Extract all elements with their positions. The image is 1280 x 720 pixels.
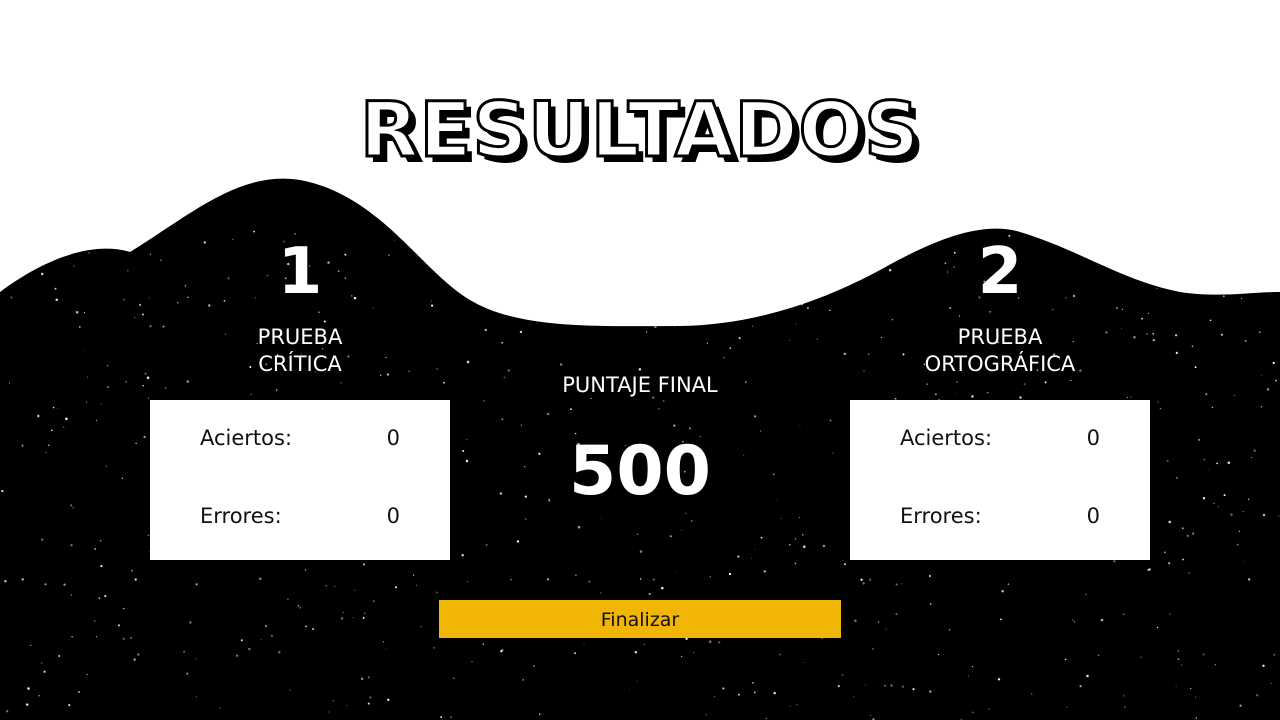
final-score-label: PUNTAJE FINAL xyxy=(562,373,718,397)
test2-label-line1: PRUEBA xyxy=(957,325,1043,349)
test1-label-line2: CRÍTICA xyxy=(258,352,342,376)
test1-number: 1 xyxy=(277,235,323,309)
test2-label-line2: ORTOGRÁFICA xyxy=(924,352,1076,376)
test2-hits-label: Aciertos: xyxy=(900,426,993,450)
test1-label-line1: PRUEBA xyxy=(257,325,343,349)
final-score-value: 500 xyxy=(569,432,711,511)
test1-hits-label: Aciertos: xyxy=(200,426,293,450)
test1-errors-label: Errores: xyxy=(200,504,282,528)
test1-errors-value: 0 xyxy=(386,504,400,528)
test2-errors-value: 0 xyxy=(1086,504,1100,528)
test2-number: 2 xyxy=(977,235,1023,309)
test2-hits-value: 0 xyxy=(1086,426,1100,450)
finish-button[interactable]: Finalizar xyxy=(439,600,841,638)
test2-errors-label: Errores: xyxy=(900,504,982,528)
test2-label: PRUEBA ORTOGRÁFICA xyxy=(850,324,1150,378)
test1-label: PRUEBA CRÍTICA xyxy=(150,324,450,378)
page-title: RESULTADOS xyxy=(359,85,921,174)
test2-results-card: Aciertos: 0 Errores: 0 xyxy=(850,400,1150,560)
test1-hits-value: 0 xyxy=(386,426,400,450)
test1-results-card: Aciertos: 0 Errores: 0 xyxy=(150,400,450,560)
